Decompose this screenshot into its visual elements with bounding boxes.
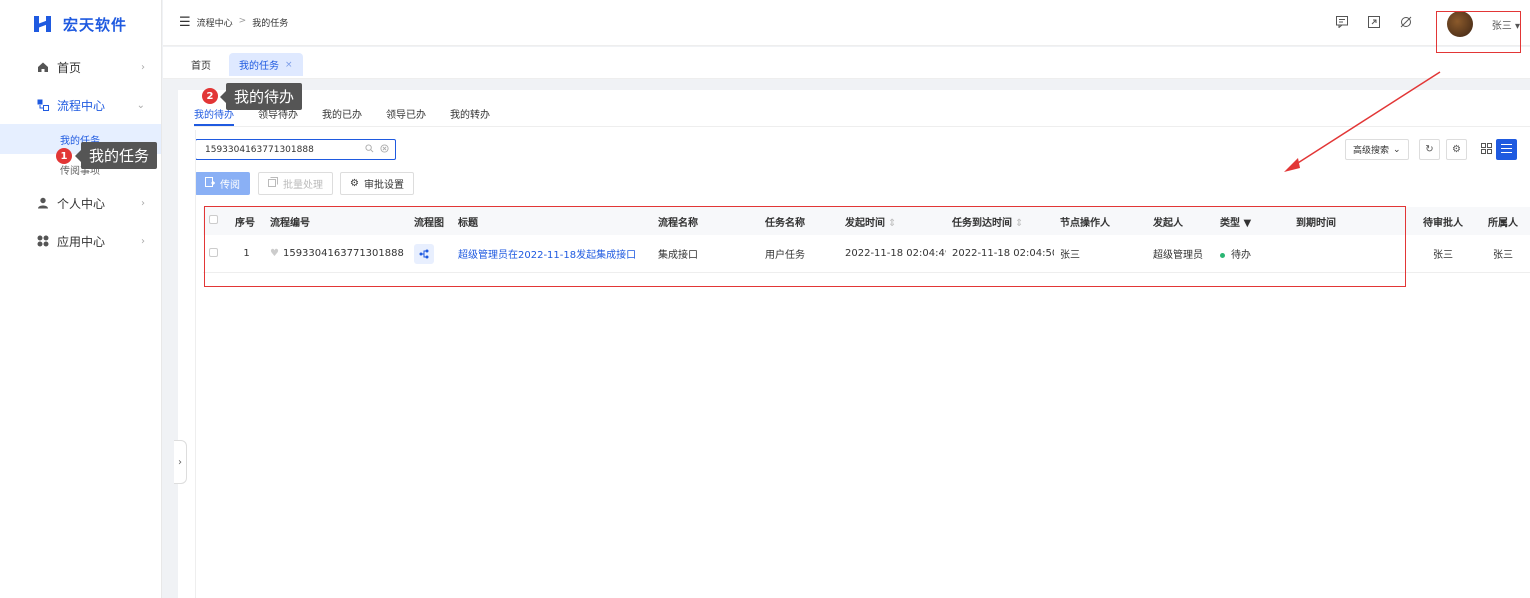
collapse-handle[interactable]: › — [174, 440, 187, 484]
cell-pending-approver: 张三 — [1433, 250, 1453, 261]
column-settings-button[interactable]: ⚙ — [1446, 139, 1467, 160]
close-icon[interactable]: × — [285, 60, 293, 70]
brand-name: 宏天软件 — [63, 15, 128, 34]
sidebar-item-personal-center[interactable]: 个人中心 › — [0, 184, 161, 222]
fullscreen-icon[interactable] — [1368, 16, 1380, 31]
chevron-right-icon: › — [141, 197, 145, 209]
search-icon[interactable] — [365, 143, 374, 156]
subtab-leader-done[interactable]: 领导已办 — [386, 100, 426, 126]
sidebar-item-flow-center[interactable]: 流程中心 ⌄ — [0, 86, 161, 124]
chevron-down-icon: ⌄ — [136, 99, 145, 111]
subtab-my-transfer[interactable]: 我的转办 — [450, 100, 490, 126]
menu-toggle-icon[interactable]: ☰ — [179, 15, 191, 30]
sidebar: 宏天软件 首页 › 流程中心 ⌄ 我的任务 传阅事项 个人中心 › 应用中心 › — [0, 0, 162, 598]
grid-icon — [1481, 142, 1492, 157]
top-header: ☰ 流程中心 > 我的任务 张三 ▾ — [163, 0, 1530, 46]
chevron-right-icon: › — [178, 456, 182, 468]
clear-icon[interactable] — [380, 143, 389, 156]
gear-icon: ⚙ — [1452, 144, 1461, 155]
batch-icon — [268, 177, 278, 190]
subtab-my-done[interactable]: 我的已办 — [322, 100, 362, 126]
sidebar-item-label: 应用中心 — [57, 234, 106, 249]
annotation-box-table — [204, 206, 1406, 287]
gear-icon: ⚙ — [350, 178, 359, 189]
breadcrumb: 流程中心 > 我的任务 — [197, 16, 289, 29]
tab-my-tasks[interactable]: 我的任务 × — [229, 53, 303, 76]
batch-process-button[interactable]: 批量处理 — [258, 172, 333, 195]
breadcrumb-item: 我的任务 — [252, 19, 289, 29]
list-icon — [1501, 143, 1512, 157]
search-input[interactable]: 1593304163771301888 — [195, 139, 396, 160]
theme-icon[interactable] — [1400, 16, 1412, 31]
apps-icon — [36, 235, 49, 248]
annotation-tooltip-my-tasks: 我的任务 — [74, 142, 158, 169]
logo[interactable]: 宏天软件 — [0, 0, 161, 48]
logo-icon — [34, 15, 54, 33]
button-label: 审批设置 — [363, 180, 404, 191]
tab-home[interactable]: 首页 — [181, 53, 221, 76]
user-icon — [36, 197, 49, 210]
annotation-arrow-icon — [1284, 71, 1441, 172]
sidebar-item-label: 个人中心 — [57, 196, 106, 211]
search-value: 1593304163771301888 — [205, 144, 314, 155]
chevron-right-icon: › — [141, 235, 145, 247]
annotation-badge-2: 2 — [202, 88, 218, 104]
content-divider — [195, 130, 196, 598]
approval-settings-button[interactable]: ⚙ 审批设置 — [340, 172, 414, 195]
breadcrumb-separator: > — [238, 16, 247, 26]
list-view-button[interactable] — [1496, 139, 1517, 160]
button-label: 传阅 — [220, 180, 240, 191]
button-label: 批量处理 — [283, 180, 323, 191]
tab-label: 首页 — [191, 61, 211, 72]
annotation-box-user — [1436, 11, 1521, 53]
flow-center-icon — [36, 99, 49, 112]
annotation-badge-1: 1 — [56, 148, 72, 164]
sidebar-item-app-center[interactable]: 应用中心 › — [0, 222, 161, 260]
sidebar-item-label: 首页 — [57, 60, 82, 75]
message-icon[interactable] — [1336, 16, 1348, 31]
grid-view-button[interactable] — [1476, 139, 1497, 160]
sidebar-item-label: 流程中心 — [57, 98, 106, 113]
sidebar-item-home[interactable]: 首页 › — [0, 48, 161, 86]
home-icon — [36, 61, 49, 74]
circulate-icon — [205, 177, 216, 190]
breadcrumb-item[interactable]: 流程中心 — [197, 16, 233, 29]
chevron-right-icon: › — [141, 61, 145, 73]
circulate-button[interactable]: 传阅 — [195, 172, 250, 195]
cell-owner: 张三 — [1493, 250, 1513, 261]
col-owner: 所属人 — [1488, 217, 1518, 229]
col-pending-approver: 待审批人 — [1423, 217, 1463, 229]
annotation-tooltip-my-todo: 我的待办 — [219, 83, 303, 110]
tab-label: 我的任务 — [239, 61, 279, 72]
